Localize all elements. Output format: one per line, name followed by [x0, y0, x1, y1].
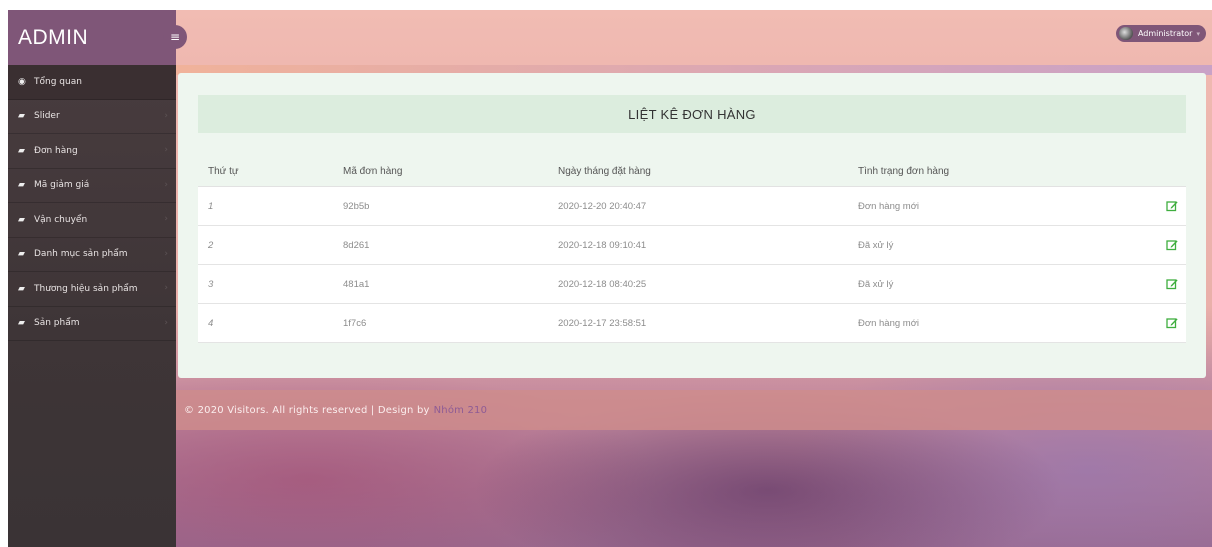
app-frame: ADMIN ◉ Tổng quan ▰ Slider › ▰ Đơn hàng …	[8, 10, 1212, 547]
edit-icon	[1166, 240, 1178, 251]
table-row: 3 481a1 2020-12-18 08:40:25 Đã xử lý	[198, 265, 1186, 304]
column-header-index: Thứ tự	[208, 166, 239, 177]
table-row: 4 1f7c6 2020-12-17 23:58:51 Đơn hàng mới	[198, 304, 1186, 343]
footer-designer-link[interactable]: Nhóm 210	[434, 405, 488, 416]
user-menu-button[interactable]: Administrator ▾	[1115, 25, 1206, 42]
orders-table: Thứ tự Mã đơn hàng Ngày tháng đặt hàng T…	[198, 157, 1186, 343]
order-date: 2020-12-18 09:10:41	[558, 239, 647, 251]
order-index: 1	[208, 200, 214, 212]
sidebar-item-label: Thương hiệu sản phẩm	[34, 283, 138, 294]
brand-title: ADMIN	[18, 25, 89, 49]
edit-button[interactable]	[1158, 200, 1186, 212]
order-code: 8d261	[343, 239, 370, 251]
order-index: 3	[208, 278, 214, 290]
order-index: 4	[208, 317, 214, 329]
order-status: Đã xử lý	[858, 239, 894, 251]
sidebar-item-coupons[interactable]: ▰ Mã giảm giá ›	[8, 169, 176, 203]
chevron-right-icon: ›	[164, 214, 168, 224]
chevron-right-icon: ›	[164, 317, 168, 328]
order-index: 2	[208, 239, 214, 251]
chevron-right-icon: ›	[164, 110, 168, 121]
dashboard-icon: ◉	[18, 76, 26, 87]
column-header-status: Tình trạng đơn hàng	[858, 166, 950, 177]
edit-icon	[1166, 201, 1178, 212]
chevron-right-icon: ›	[164, 283, 168, 293]
sidebar: ADMIN ◉ Tổng quan ▰ Slider › ▰ Đơn hàng …	[8, 10, 176, 547]
book-icon: ▰	[18, 318, 25, 329]
user-name: Administrator	[1137, 29, 1193, 38]
book-icon: ▰	[18, 214, 25, 225]
sidebar-item-orders[interactable]: ▰ Đơn hàng ›	[8, 134, 176, 169]
column-header-date: Ngày tháng đặt hàng	[558, 166, 651, 177]
edit-button[interactable]	[1158, 239, 1186, 251]
order-code: 1f7c6	[343, 317, 367, 329]
caret-down-icon: ▾	[1196, 29, 1200, 38]
edit-button[interactable]	[1158, 317, 1186, 329]
edit-icon	[1166, 279, 1178, 290]
book-icon: ▰	[18, 111, 25, 122]
order-date: 2020-12-17 23:58:51	[558, 317, 647, 329]
order-code: 92b5b	[343, 200, 370, 212]
book-icon: ▰	[18, 249, 25, 260]
sidebar-item-shipping[interactable]: ▰ Vận chuyển ›	[8, 203, 176, 238]
sidebar-item-products[interactable]: ▰ Sản phẩm ›	[8, 307, 176, 341]
order-code: 481a1	[343, 278, 370, 290]
menu-icon: ≡	[169, 30, 181, 44]
sidebar-item-label: Đơn hàng	[34, 145, 78, 156]
book-icon: ▰	[18, 180, 25, 191]
order-status: Đơn hàng mới	[858, 200, 920, 212]
chevron-right-icon: ›	[164, 179, 168, 190]
sidebar-item-label: Slider	[34, 111, 60, 122]
chevron-right-icon: ›	[164, 248, 168, 259]
sidebar-item-label: Danh mục sản phẩm	[34, 249, 128, 260]
table-header: Thứ tự Mã đơn hàng Ngày tháng đặt hàng T…	[198, 157, 1186, 187]
sidebar-toggle-button[interactable]: ≡	[163, 25, 187, 49]
column-header-code: Mã đơn hàng	[343, 166, 403, 177]
book-icon: ▰	[18, 145, 25, 156]
chevron-right-icon: ›	[164, 145, 168, 155]
sidebar-item-label: Mã giảm giá	[34, 180, 90, 191]
avatar	[1118, 27, 1133, 40]
page-title: LIỆT KÊ ĐƠN HÀNG	[198, 95, 1186, 133]
order-date: 2020-12-18 08:40:25	[558, 278, 647, 290]
table-row: 2 8d261 2020-12-18 09:10:41 Đã xử lý	[198, 226, 1186, 265]
sidebar-item-overview[interactable]: ◉ Tổng quan	[8, 65, 176, 100]
top-header: Administrator ▾	[176, 10, 1212, 65]
footer-copyright: © 2020 Visitors. All rights reserved | D…	[184, 404, 430, 416]
sidebar-item-label: Vận chuyển	[34, 214, 88, 225]
sidebar-item-brands[interactable]: ▰ Thương hiệu sản phẩm ›	[8, 272, 176, 307]
table-row: 1 92b5b 2020-12-20 20:40:47 Đơn hàng mới	[198, 187, 1186, 226]
footer: © 2020 Visitors. All rights reserved | D…	[176, 390, 1212, 430]
order-status: Đơn hàng mới	[858, 317, 920, 329]
order-date: 2020-12-20 20:40:47	[558, 200, 647, 212]
book-icon: ▰	[18, 283, 25, 294]
sidebar-item-label: Tổng quan	[34, 76, 82, 87]
orders-panel: LIỆT KÊ ĐƠN HÀNG Thứ tự Mã đơn hàng Ngày…	[178, 73, 1206, 378]
brand-logo[interactable]: ADMIN	[8, 10, 176, 65]
edit-button[interactable]	[1158, 278, 1186, 290]
sidebar-item-categories[interactable]: ▰ Danh mục sản phẩm ›	[8, 238, 176, 272]
sidebar-item-label: Sản phẩm	[34, 318, 80, 329]
order-status: Đã xử lý	[858, 278, 894, 290]
sidebar-item-slider[interactable]: ▰ Slider ›	[8, 100, 176, 134]
edit-icon	[1166, 318, 1178, 329]
